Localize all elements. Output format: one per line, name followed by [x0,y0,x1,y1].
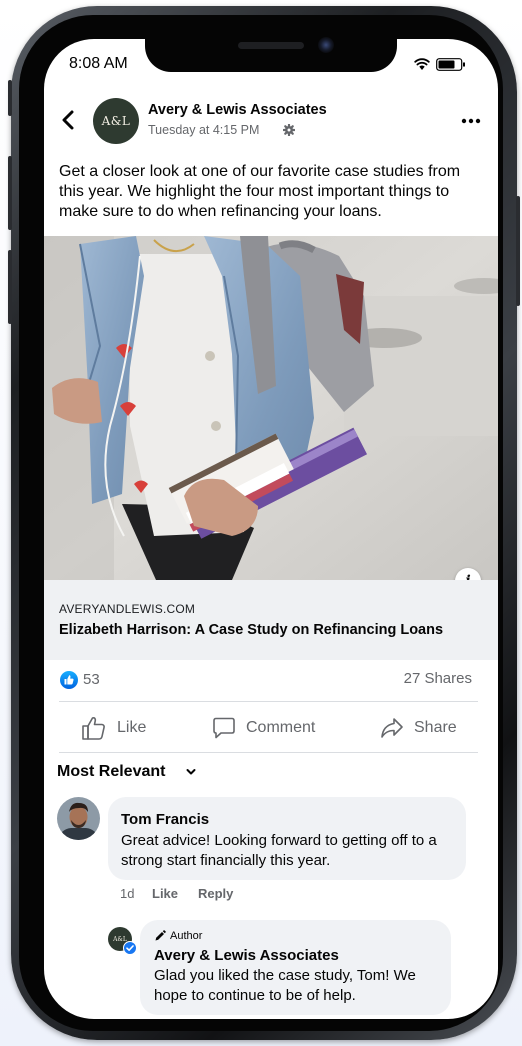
comment-label: Comment [246,719,316,736]
silent-switch [8,80,12,116]
comment-bubble[interactable]: Tom Francis Great advice! Looking forwar… [108,797,466,880]
phone-notch [145,30,397,72]
speaker-grille [238,42,304,49]
post-image[interactable] [44,236,498,580]
link-domain: AVERYANDLEWIS.COM [59,602,196,616]
pencil-icon [155,930,166,941]
status-time: 8:08 AM [69,55,128,72]
comment-reply-link[interactable]: Reply [198,886,233,901]
power-button [516,196,520,306]
comment-sort-selector[interactable]: Most Relevant [57,763,165,781]
like-count[interactable]: 53 [83,671,100,688]
back-arrow-icon[interactable] [60,109,76,131]
author-badge: Author [154,930,202,942]
link-preview[interactable]: AVERYANDLEWIS.COM Elizabeth Harrison: A … [44,580,498,660]
divider [59,752,478,753]
share-button[interactable]: Share [380,713,457,743]
gear-icon [283,124,295,136]
like-button[interactable]: Like [81,713,146,743]
chevron-down-icon[interactable] [186,768,196,776]
author-badge-label: Author [170,930,203,942]
page-name[interactable]: Avery & Lewis Associates [148,102,327,118]
comment-button[interactable]: Comment [212,713,315,743]
post-timestamp[interactable]: Tuesday at 4:15 PM [148,123,259,137]
battery-icon [436,58,465,71]
phone-screen: 8:08 AM A&L Avery & Lewis Associates Tue… [44,39,498,1019]
page-avatar[interactable]: A&L [93,98,139,144]
like-label: Like [117,719,147,736]
comment-bubble-icon [213,717,235,739]
reply-author-name[interactable]: Avery & Lewis Associates [154,947,339,964]
commenter-avatar[interactable] [57,797,100,840]
thumbs-up-icon [82,717,105,740]
like-reaction-icon [60,671,78,689]
reply-bubble[interactable]: Author Avery & Lewis Associates Glad you… [140,920,451,1015]
page-avatar-initials: A&L [101,114,131,128]
link-title: Elizabeth Harrison: A Case Study on Refi… [59,622,444,638]
more-options-icon[interactable] [461,118,481,124]
front-camera [318,37,334,53]
post-text: Get a closer look at one of our favorite… [59,163,461,220]
volume-down-button [8,250,12,324]
commenter-name[interactable]: Tom Francis [121,811,209,828]
share-label: Share [414,719,457,736]
divider [59,701,478,702]
wifi-icon [414,58,430,70]
share-arrow-icon [381,718,403,738]
comment-like-link[interactable]: Like [152,886,178,901]
comment-text: Great advice! Looking forward to getting… [121,832,437,869]
reply-text: Glad you liked the case study, Tom! We h… [154,967,416,1004]
verified-badge-icon [123,941,137,955]
volume-up-button [8,156,12,230]
comment-age: 1d [120,886,135,901]
share-count[interactable]: 27 Shares [404,670,472,687]
